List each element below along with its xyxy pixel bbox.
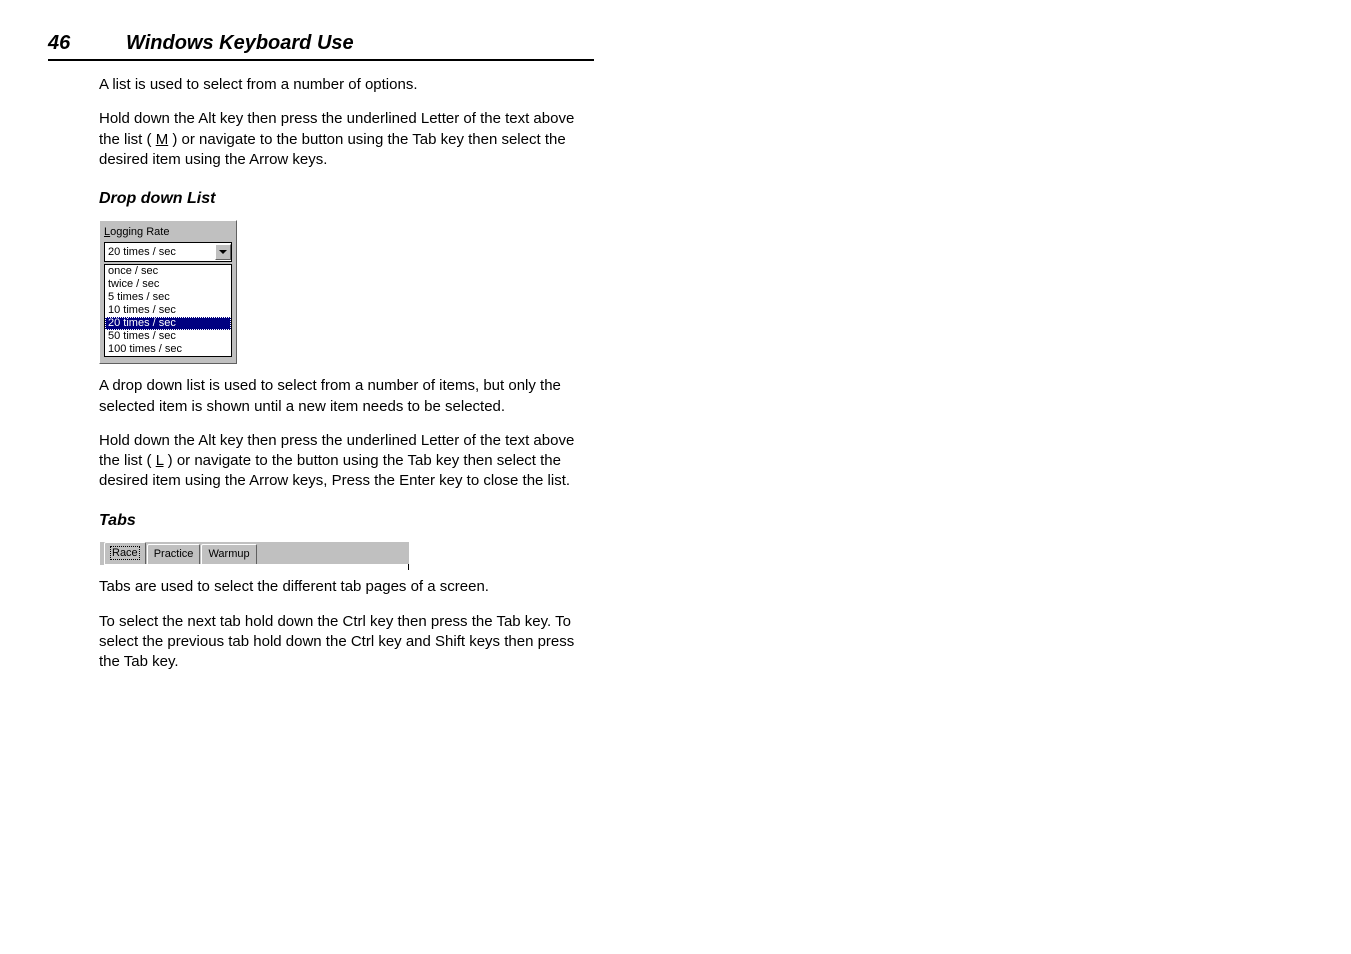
dropdown-option[interactable]: 10 times / sec	[105, 304, 231, 317]
dropdown-selected-value: 20 times / sec	[105, 245, 215, 260]
dropdown-option-list[interactable]: once / sectwice / sec5 times / sec10 tim…	[104, 264, 232, 357]
dropdown-label-rest: ogging Rate	[110, 226, 169, 238]
dropdown-heading: Drop down List	[99, 188, 594, 210]
dropdown-option[interactable]: 5 times / sec	[105, 291, 231, 304]
document-page: 46 Windows Keyboard Use A list is used t…	[0, 0, 1351, 954]
tab-label: Race	[111, 547, 139, 559]
tab-race[interactable]: Race	[104, 542, 146, 564]
intro-paragraph-1: A list is used to select from a number o…	[99, 75, 594, 95]
tabs-paragraph-2: To select the next tab hold down the Ctr…	[99, 612, 594, 673]
dropdown-option[interactable]: 50 times / sec	[105, 330, 231, 343]
page-header: 46 Windows Keyboard Use	[48, 30, 594, 61]
intro-p2-post: ) or navigate to the button using the Ta…	[99, 131, 566, 168]
dropdown-option[interactable]: once / sec	[105, 265, 231, 278]
intro-paragraph-2: Hold down the Alt key then press the und…	[99, 109, 594, 170]
dropdown-option[interactable]: twice / sec	[105, 278, 231, 291]
dropdown-option[interactable]: 20 times / sec	[105, 317, 231, 330]
dropdown-label: Logging Rate	[104, 225, 232, 240]
dropdown-figure: Logging Rate 20 times / sec once / sectw…	[99, 220, 237, 365]
content-column: A list is used to select from a number o…	[99, 75, 594, 672]
tab-strip-notch	[408, 564, 409, 570]
tab-strip: Race PracticeWarmup	[104, 546, 407, 564]
dropdown-paragraph-2: Hold down the Alt key then press the und…	[99, 431, 594, 492]
tab-strip-divider	[104, 564, 409, 565]
dropdown-option[interactable]: 100 times / sec	[105, 343, 231, 356]
tab-practice[interactable]: Practice	[147, 544, 201, 564]
page-number: 46	[48, 30, 126, 57]
tabs-figure: Race PracticeWarmup	[99, 541, 409, 565]
tabs-heading: Tabs	[99, 510, 594, 532]
dropdown-paragraph-1: A drop down list is used to select from …	[99, 376, 594, 417]
dropdown-toggle-button[interactable]	[215, 244, 231, 260]
dropdown-combobox[interactable]: 20 times / sec	[104, 242, 232, 262]
intro-p2-key: M	[156, 131, 169, 148]
tabs-paragraph-1: Tabs are used to select the different ta…	[99, 577, 594, 597]
page-title: Windows Keyboard Use	[126, 30, 354, 57]
dropdown-p2-post: ) or navigate to the button using the Ta…	[99, 452, 570, 489]
chevron-down-icon	[219, 250, 227, 254]
tab-warmup[interactable]: Warmup	[201, 544, 256, 564]
